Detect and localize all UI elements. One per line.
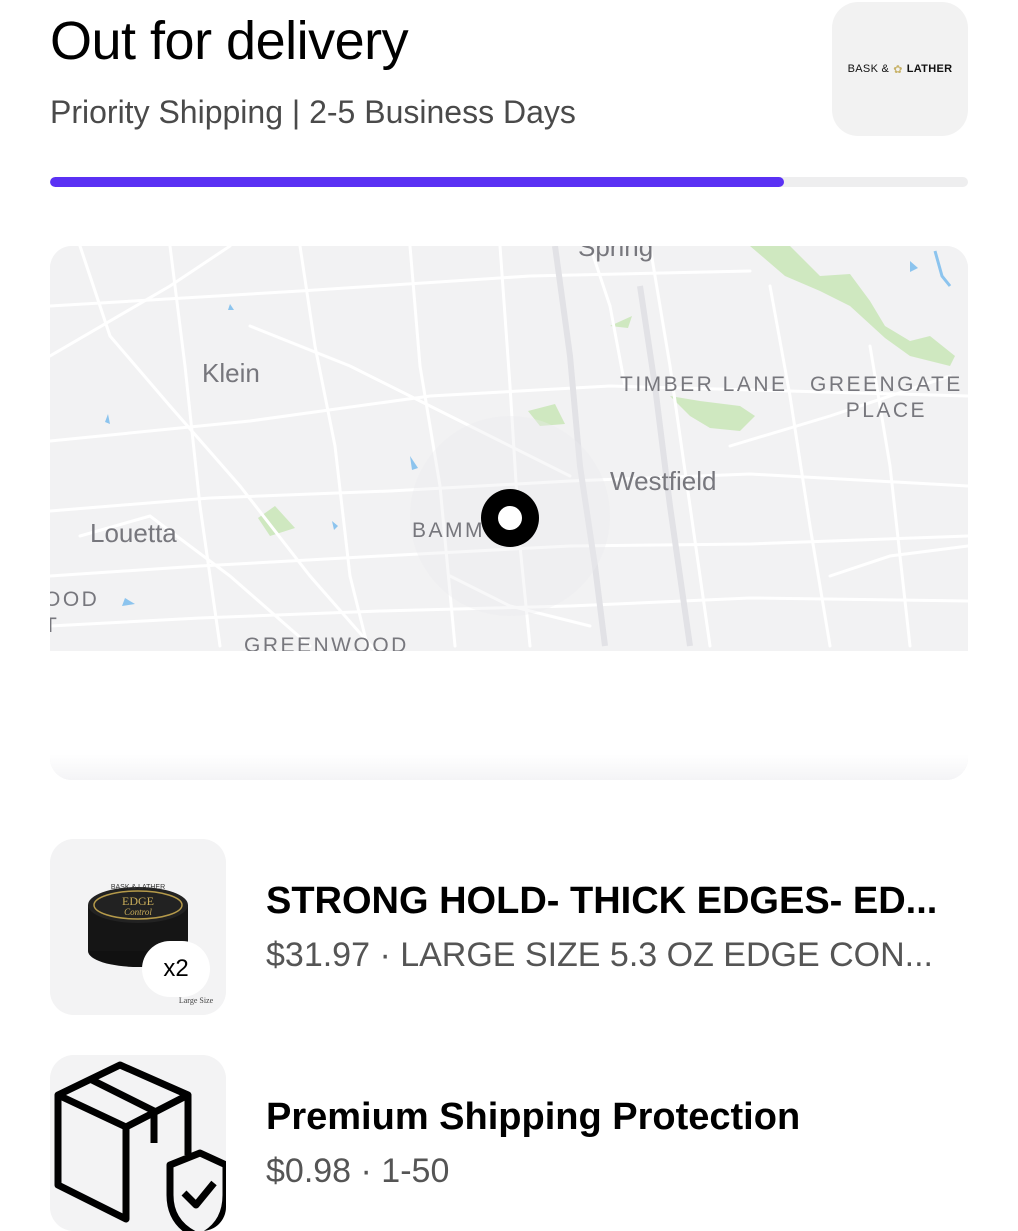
map-label-ood: OOD T: [50, 587, 99, 639]
store-logo[interactable]: BASK & ✿ LATHER: [832, 2, 968, 136]
shipping-method-text: Priority Shipping | 2-5 Business Days: [50, 94, 576, 130]
quantity-badge: x2: [142, 941, 210, 997]
map-label-bamm: BAMM: [412, 519, 485, 542]
map-label-greengate-line1: GREENGATE: [810, 373, 963, 396]
map-label-greengate-place: GREENGATE PLACE: [810, 372, 963, 424]
logo-leaf-icon: ✿: [893, 63, 903, 76]
logo-text-lather: LATHER: [906, 63, 953, 75]
location-pin-icon[interactable]: [481, 489, 539, 547]
item-thumbnail-edge-control[interactable]: BASK & LATHER EDGE Control Large Size x2: [50, 839, 226, 1015]
item-price-variant: $31.97 · LARGE SIZE 5.3 OZ EDGE CON...: [266, 936, 934, 974]
jar-size-text: Large Size: [179, 996, 214, 1005]
item-title[interactable]: STRONG HOLD- THICK EDGES- ED...: [266, 880, 937, 923]
map-label-greengate-line2: PLACE: [845, 399, 928, 422]
map-label-spring: Spring: [578, 246, 654, 262]
jar-product-line1: EDGE: [122, 894, 154, 908]
logo-text-bask: BASK &: [847, 63, 890, 75]
map-label-ood-line2: T: [50, 614, 60, 637]
package-shield-icon: [50, 1055, 226, 1231]
map-label-ood-line1: OOD: [50, 588, 100, 611]
jar-brand-text: BASK & LATHER: [111, 884, 165, 891]
map-label-timber-lane: TIMBER LANE: [620, 373, 788, 396]
map-label-westfield: Westfield: [610, 466, 717, 496]
delivery-progress-bar: [50, 177, 968, 187]
jar-product-line2: Control: [124, 907, 152, 917]
map-label-louetta: Louetta: [90, 518, 177, 548]
order-status-title: Out for delivery: [50, 11, 409, 71]
map-label-klein: Klein: [202, 358, 260, 388]
delivery-map[interactable]: Spring Klein TIMBER LANE GREENGATE PLACE…: [50, 246, 968, 780]
item-price-variant: $0.98 · 1-50: [266, 1152, 450, 1190]
item-title[interactable]: Premium Shipping Protection: [266, 1096, 800, 1139]
delivery-progress-fill: [50, 177, 785, 187]
location-pin-center: [498, 506, 522, 530]
map-bottom-fade: [50, 651, 968, 780]
item-thumbnail-shipping-protection[interactable]: [50, 1055, 226, 1231]
